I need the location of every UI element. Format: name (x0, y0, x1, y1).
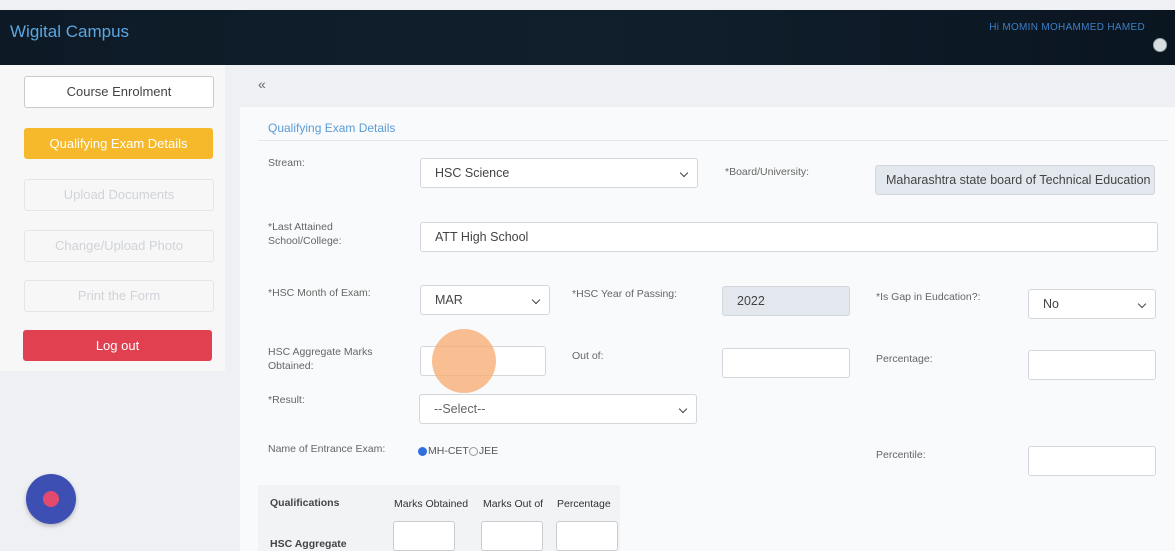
stream-select[interactable]: HSC Science (420, 158, 698, 188)
sidebar-item-qualifying-exam-details[interactable]: Qualifying Exam Details (24, 128, 213, 159)
outof-input[interactable] (722, 348, 850, 378)
user-avatar-icon[interactable] (1153, 38, 1167, 52)
jee-radio[interactable] (468, 446, 478, 456)
board-field: Maharashtra state board of Technical Edu… (875, 165, 1155, 195)
hsc-percentage-input[interactable] (556, 521, 618, 551)
month-label: *HSC Month of Exam: (268, 287, 371, 299)
col-marks-out-of: Marks Out of (483, 498, 544, 510)
sidebar-item-upload-documents[interactable]: Upload Documents (24, 179, 214, 211)
school-input[interactable]: ATT High School (420, 222, 1158, 252)
board-label: *Board/University: (725, 166, 810, 178)
hsc-marks-obtained-input[interactable] (393, 521, 455, 551)
year-label: *HSC Year of Passing: (572, 288, 678, 300)
top-navbar: Wigital Campus Hi MOMIN MOHAMMED HAMED (0, 10, 1175, 65)
mhcet-label: MH-CET (428, 445, 469, 457)
gap-label: *Is Gap in Eudcation?: (876, 291, 981, 303)
hsc-marks-outof-input[interactable] (481, 521, 543, 551)
title-divider (258, 140, 1168, 141)
stream-label: Stream: (268, 157, 305, 169)
logout-button[interactable]: Log out (23, 330, 212, 361)
floating-action-button[interactable] (26, 474, 76, 524)
percentile-label: Percentile: (876, 449, 926, 461)
gap-select[interactable]: No (1028, 289, 1156, 319)
result-label: *Result: (268, 394, 305, 406)
col-qualifications: Qualifications (270, 497, 340, 509)
sidebar-item-course-enrolment[interactable]: Course Enrolment (24, 76, 214, 108)
marks-label: HSC Aggregate Marks Obtained: (268, 346, 373, 372)
school-label: *Last Attained School/College: (268, 221, 342, 247)
sidebar: Course Enrolment Qualifying Exam Details… (0, 65, 225, 371)
percentage-label: Percentage: (876, 353, 933, 365)
user-greeting: Hi MOMIN MOHAMMED HAMED (989, 22, 1145, 33)
col-marks-obtained: Marks Obtained (394, 498, 469, 510)
col-percentage: Percentage (557, 498, 611, 510)
percentage-input[interactable] (1028, 350, 1156, 380)
year-field: 2022 (722, 286, 850, 316)
sidebar-item-print-form[interactable]: Print the Form (24, 280, 214, 312)
percentile-input[interactable] (1028, 446, 1156, 476)
page-title: Qualifying Exam Details (268, 121, 396, 135)
touch-indicator (432, 329, 496, 393)
brand-logo-text[interactable]: Wigital Campus (10, 22, 129, 42)
sidebar-item-change-upload-photo[interactable]: Change/Upload Photo (24, 230, 214, 262)
outof-label: Out of: (572, 350, 604, 362)
jee-label: JEE (478, 445, 499, 457)
entrance-radio-group: MH-CET JEE (418, 445, 498, 457)
result-select[interactable]: --Select-- (419, 394, 697, 424)
month-select[interactable]: MAR (420, 285, 550, 315)
row-hsc-aggregate: HSC Aggregate (270, 538, 347, 550)
collapse-sidebar-icon[interactable]: « (258, 76, 266, 92)
entrance-label: Name of Entrance Exam: (268, 443, 386, 455)
mhcet-radio[interactable] (418, 446, 427, 456)
